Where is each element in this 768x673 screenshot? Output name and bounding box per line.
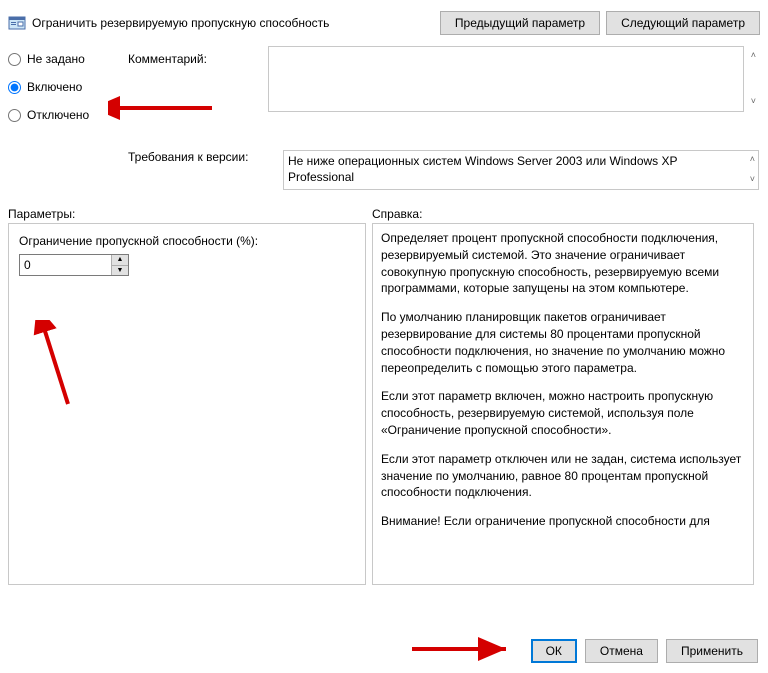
radio-disabled[interactable]: Отключено bbox=[8, 108, 128, 122]
help-panel: Определяет процент пропускной способност… bbox=[372, 223, 754, 585]
help-paragraph: Если этот параметр включен, можно настро… bbox=[381, 388, 745, 438]
radio-enabled-label: Включено bbox=[27, 80, 82, 94]
spinner-down-button[interactable]: ▼ bbox=[112, 266, 128, 276]
previous-setting-button[interactable]: Предыдущий параметр bbox=[440, 11, 600, 35]
cancel-button[interactable]: Отмена bbox=[585, 639, 658, 663]
radio-disabled-label: Отключено bbox=[27, 108, 89, 122]
requirements-textarea bbox=[283, 150, 759, 190]
policy-icon bbox=[8, 14, 26, 32]
help-paragraph: По умолчанию планировщик пакетов огранич… bbox=[381, 309, 745, 376]
comment-label: Комментарий: bbox=[128, 52, 268, 66]
help-paragraph: Определяет процент пропускной способност… bbox=[381, 230, 745, 297]
scroll-up-icon: ˄ bbox=[750, 154, 755, 164]
help-heading: Справка: bbox=[372, 207, 422, 221]
radio-enabled-input[interactable] bbox=[8, 81, 21, 94]
comment-textarea[interactable] bbox=[268, 46, 744, 112]
radio-not-configured-label: Не задано bbox=[27, 52, 85, 66]
bandwidth-limit-input[interactable] bbox=[20, 255, 111, 275]
radio-not-configured[interactable]: Не задано bbox=[8, 52, 128, 66]
scroll-up-icon: ˄ bbox=[751, 50, 756, 60]
radio-disabled-input[interactable] bbox=[8, 109, 21, 122]
help-paragraph: Если этот параметр отключен или не задан… bbox=[381, 451, 745, 501]
bandwidth-limit-spinner[interactable]: ▲ ▼ bbox=[19, 254, 129, 276]
apply-button[interactable]: Применить bbox=[666, 639, 758, 663]
help-paragraph: Внимание! Если ограничение пропускной сп… bbox=[381, 513, 745, 530]
radio-not-configured-input[interactable] bbox=[8, 53, 21, 66]
annotation-arrow-icon bbox=[406, 636, 516, 662]
parameters-heading: Параметры: bbox=[8, 207, 372, 221]
ok-button[interactable]: ОК bbox=[531, 639, 577, 663]
radio-enabled[interactable]: Включено bbox=[8, 80, 128, 94]
scroll-down-icon: ˅ bbox=[751, 96, 756, 106]
window-title: Ограничить резервируемую пропускную спос… bbox=[32, 16, 440, 30]
bandwidth-limit-label: Ограничение пропускной способности (%): bbox=[19, 234, 355, 248]
scroll-down-icon: ˅ bbox=[750, 174, 755, 184]
spinner-up-button[interactable]: ▲ bbox=[112, 255, 128, 266]
next-setting-button[interactable]: Следующий параметр bbox=[606, 11, 760, 35]
requirements-label: Требования к версии: bbox=[8, 150, 283, 193]
parameters-panel: Ограничение пропускной способности (%): … bbox=[8, 223, 366, 585]
